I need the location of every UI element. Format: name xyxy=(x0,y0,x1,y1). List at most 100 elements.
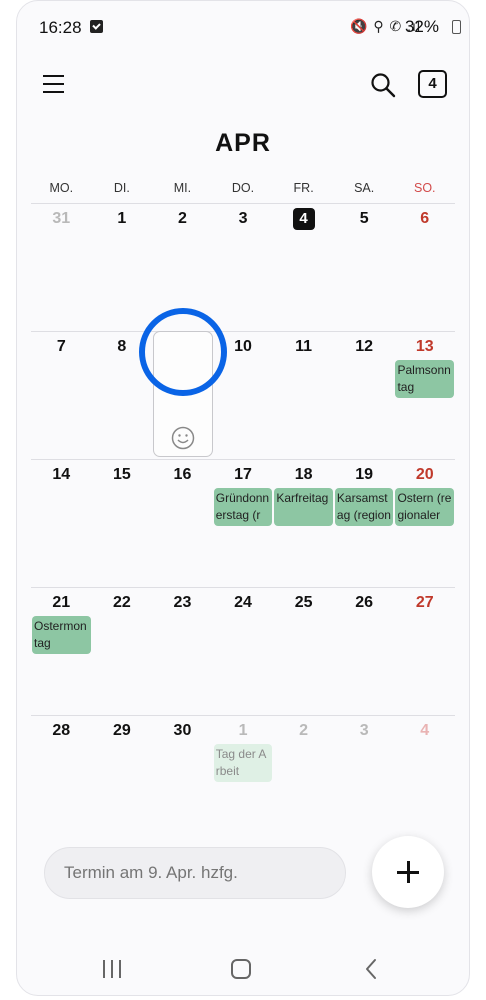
day-cell[interactable]: 7 xyxy=(31,332,92,459)
event-chip[interactable]: Karsamstag (region xyxy=(334,488,394,526)
menu-icon[interactable] xyxy=(41,72,67,96)
day-number: 25 xyxy=(294,594,313,611)
day-number: 17 xyxy=(234,466,252,483)
day-number: 4 xyxy=(292,208,315,230)
day-number: 12 xyxy=(355,338,374,355)
calendar-screen: 16:28 🔇 ⚲ ✆ .ıl 32% 4 APR MO. DI. MI. DO… xyxy=(16,0,470,996)
day-number: 3 xyxy=(359,722,369,739)
home-icon[interactable] xyxy=(231,959,251,979)
day-cell[interactable]: 16 xyxy=(152,460,213,587)
day-cell[interactable]: 3 xyxy=(334,716,395,843)
day-number: 26 xyxy=(355,594,374,611)
day-number: 15 xyxy=(112,466,131,483)
status-bar: 16:28 🔇 ⚲ ✆ .ıl 32% xyxy=(17,1,469,55)
day-cell[interactable]: 4 xyxy=(394,716,455,843)
battery-level: 32% xyxy=(404,17,439,36)
day-cell[interactable]: 24 xyxy=(213,588,274,715)
smiley-icon[interactable] xyxy=(171,426,195,450)
day-number: 1 xyxy=(117,210,127,227)
day-number: 30 xyxy=(173,722,192,739)
day-cell[interactable]: 5 xyxy=(334,204,395,331)
tap-indicator-circle xyxy=(139,308,227,396)
day-number: 19 xyxy=(355,466,374,483)
event-chip[interactable]: Palmsonntag xyxy=(395,360,455,398)
day-cell[interactable]: 28 xyxy=(31,716,92,843)
day-number: 21 xyxy=(52,594,71,611)
navigation-bar xyxy=(17,941,469,995)
day-cell[interactable]: 1 Tag der Arbeit xyxy=(213,716,274,843)
day-number: 3 xyxy=(238,210,248,227)
day-cell[interactable]: 20 Ostern (regionaler xyxy=(394,460,455,587)
week-row: 28 29 30 1 Tag der Arbeit 2 3 4 xyxy=(31,715,455,843)
week-row: 31 1 2 3 4 5 6 xyxy=(31,203,455,331)
day-number: 4 xyxy=(420,722,430,739)
battery-icon xyxy=(452,20,461,34)
weekday-label: SA. xyxy=(354,181,375,195)
weekday-label: FR. xyxy=(293,181,314,195)
week-row: 78910111213Palmsonntag xyxy=(31,331,455,459)
day-number: 14 xyxy=(52,466,71,483)
day-number: 1 xyxy=(238,722,248,739)
day-cell[interactable]: 21 Ostermontag xyxy=(31,588,92,715)
weekday-label: DI. xyxy=(113,181,130,195)
day-number: 28 xyxy=(52,722,71,739)
day-number: 2 xyxy=(177,210,187,227)
day-cell[interactable]: 26 xyxy=(334,588,395,715)
day-cell[interactable]: 19 Karsamstag (region xyxy=(334,460,395,587)
day-number: 13 xyxy=(415,338,434,355)
day-cell[interactable]: 18 Karfreitag xyxy=(273,460,334,587)
day-number: 11 xyxy=(295,338,313,355)
day-cell[interactable]: 23 xyxy=(152,588,213,715)
day-cell[interactable]: 13 Palmsonntag xyxy=(394,332,455,459)
day-cell[interactable]: 14 xyxy=(31,460,92,587)
day-cell[interactable]: 29 xyxy=(92,716,153,843)
day-number: 22 xyxy=(112,594,131,611)
today-button[interactable]: 4 xyxy=(418,70,447,98)
day-cell[interactable]: 2 xyxy=(273,716,334,843)
day-number: 23 xyxy=(173,594,192,611)
search-icon[interactable] xyxy=(369,71,397,99)
month-grid: 3112345678910111213Palmsonntag14151617Gr… xyxy=(31,203,455,843)
quick-add-input[interactable] xyxy=(44,847,346,899)
day-cell[interactable]: 3 xyxy=(213,204,274,331)
weekday-label: MI. xyxy=(173,181,192,195)
weekday-label: SO. xyxy=(413,181,436,195)
day-number: 18 xyxy=(294,466,313,483)
day-number: 5 xyxy=(359,210,369,227)
day-cell[interactable]: 1 xyxy=(92,204,153,331)
weekday-label: DO. xyxy=(231,181,255,195)
recent-apps-icon[interactable] xyxy=(103,960,123,978)
day-number: 6 xyxy=(420,210,430,227)
day-cell[interactable]: 6 xyxy=(394,204,455,331)
day-cell[interactable]: 12 xyxy=(334,332,395,459)
day-cell[interactable]: 31 xyxy=(31,204,92,331)
event-chip[interactable]: Tag der Arbeit xyxy=(213,744,273,782)
week-row: 14 15 16 17 Gründonnerstag (r 18 Karfreitag 19 K… xyxy=(31,459,455,587)
day-cell[interactable]: 30 xyxy=(152,716,213,843)
day-number: 20 xyxy=(415,466,434,483)
day-cell[interactable]: 15 xyxy=(92,460,153,587)
status-time: 16:28 xyxy=(39,18,82,37)
day-number: 29 xyxy=(112,722,131,739)
back-icon[interactable] xyxy=(364,958,378,980)
day-cell[interactable]: 22 xyxy=(92,588,153,715)
day-number: 27 xyxy=(415,594,434,611)
day-number: 16 xyxy=(173,466,192,483)
day-cell[interactable]: 11 xyxy=(273,332,334,459)
month-title[interactable]: APR xyxy=(17,129,469,158)
day-cell[interactable]: 27 xyxy=(394,588,455,715)
day-cell[interactable]: 17 Gründonnerstag (r xyxy=(213,460,274,587)
week-row: 21 Ostermontag 22 23 24 25 26 27 xyxy=(31,587,455,715)
weekday-label: MO. xyxy=(49,181,74,195)
event-chip[interactable]: Karfreitag xyxy=(274,488,333,526)
message-notification-icon xyxy=(90,20,103,33)
day-number: 7 xyxy=(56,338,66,355)
event-chip[interactable]: Gründonnerstag (r xyxy=(213,488,273,526)
event-chip[interactable]: Ostern (regionaler xyxy=(395,488,455,526)
day-cell[interactable]: 25 xyxy=(273,588,334,715)
day-cell[interactable]: 4 xyxy=(273,204,334,331)
add-event-button[interactable] xyxy=(372,836,444,908)
event-chip[interactable]: Ostermontag xyxy=(32,616,91,654)
weekday-header: MO. DI. MI. DO. FR. SA. SO. xyxy=(31,181,455,199)
day-number: 2 xyxy=(299,722,309,739)
